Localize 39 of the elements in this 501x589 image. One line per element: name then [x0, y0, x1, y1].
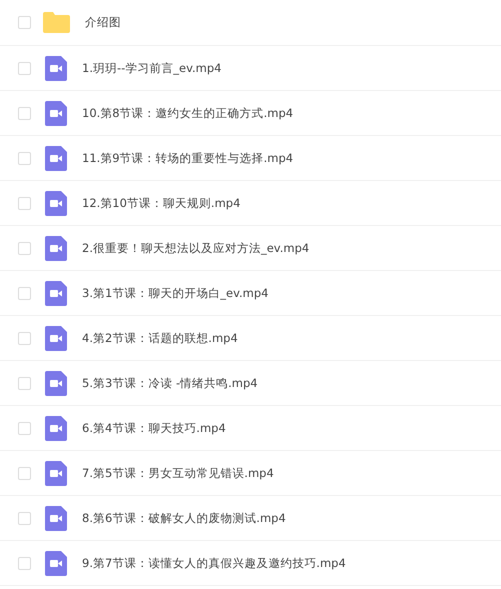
video-file-icon: [45, 56, 67, 80]
checkbox[interactable]: [18, 466, 31, 480]
file-name[interactable]: 4.第2节课：话题的联想.mp4: [82, 330, 238, 346]
video-file-icon: [45, 236, 67, 260]
video-file-icon: [45, 506, 67, 530]
checkbox[interactable]: [18, 332, 31, 344]
video-file-icon: [45, 146, 67, 170]
video-file-icon: [45, 190, 67, 216]
file-name[interactable]: 1.玥玥--学习前言_ev.mp4: [82, 60, 222, 76]
checkbox[interactable]: [18, 422, 31, 434]
file-name[interactable]: 6.第4节课：聊天技巧.mp4: [82, 420, 226, 436]
file-name[interactable]: 5.第3节课：冷读 -情绪共鸣.mp4: [82, 376, 258, 390]
file-name[interactable]: 9.第7节课：读懂女人的真假兴趣及邀约技巧.mp4: [82, 556, 346, 570]
file-name[interactable]: 介绍图: [85, 15, 121, 30]
folder-icon: [43, 12, 70, 33]
video-file-icon: [45, 100, 67, 126]
checkbox[interactable]: [18, 106, 31, 120]
checkbox[interactable]: [18, 556, 31, 570]
video-file-icon: [45, 550, 67, 576]
checkbox[interactable]: [18, 152, 31, 164]
file-name[interactable]: 12.第10节课：聊天规则.mp4: [82, 196, 240, 210]
checkbox[interactable]: [18, 512, 31, 524]
video-file-icon: [45, 460, 67, 486]
video-file-icon: [45, 326, 67, 350]
checkbox[interactable]: [18, 196, 31, 210]
file-name[interactable]: 8.第6节课：破解女人的废物测试.mp4: [82, 510, 286, 526]
checkbox[interactable]: [18, 242, 31, 254]
video-file-icon: [45, 370, 67, 396]
checkbox[interactable]: [18, 286, 31, 300]
file-name[interactable]: 7.第5节课：男女互动常见错误.mp4: [82, 466, 274, 480]
file-name[interactable]: 10.第8节课：邀约女生的正确方式.mp4: [82, 106, 294, 120]
checkbox[interactable]: [18, 16, 31, 29]
file-name[interactable]: 11.第9节课：转场的重要性与选择.mp4: [82, 150, 294, 166]
checkbox[interactable]: [18, 376, 31, 390]
video-file-icon: [45, 280, 67, 306]
file-name[interactable]: 2.很重要！聊天想法以及应对方法_ev.mp4: [82, 240, 310, 256]
video-file-icon: [45, 416, 67, 440]
checkbox[interactable]: [18, 62, 31, 74]
file-name[interactable]: 3.第1节课：聊天的开场白_ev.mp4: [82, 286, 269, 300]
